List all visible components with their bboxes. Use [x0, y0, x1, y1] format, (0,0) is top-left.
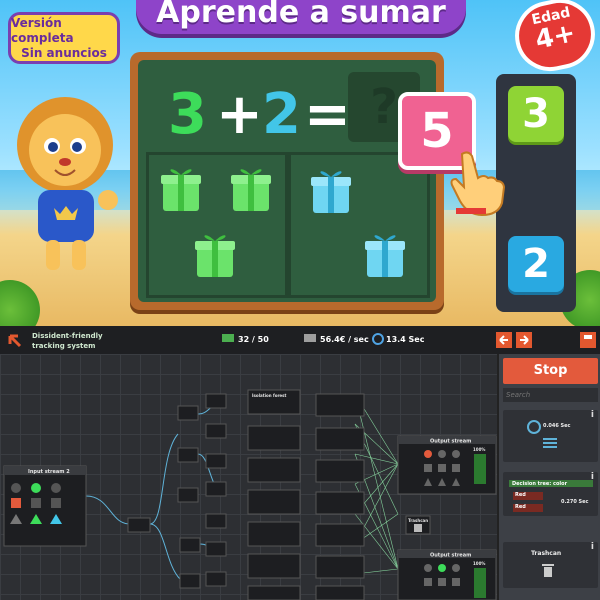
math-game-screen: Aprende a sumar Versión completa Sin anu…: [0, 0, 600, 326]
tagline-line-1: Dissident-friendly: [32, 332, 103, 340]
list-icon: [543, 438, 557, 448]
promo-line-1: Versión completa: [11, 15, 74, 45]
unknown-mark: ?: [370, 79, 398, 135]
green-gift-icon: [195, 235, 235, 277]
pointing-hand-icon: [450, 151, 506, 216]
age-badge: Edad 4+: [508, 0, 600, 78]
equation-operand-b: 2: [262, 82, 301, 147]
decision-option-1[interactable]: Red: [513, 492, 543, 500]
isolation-node-label: Isolation forest: [252, 393, 287, 398]
output-2-percent: 100%: [473, 561, 485, 566]
trashcan-node[interactable]: Trashcan: [405, 515, 431, 535]
timer-tool-card[interactable]: i 0.046 Sec: [503, 410, 598, 462]
input-stream-node[interactable]: Input stream 2: [3, 465, 87, 547]
decision-title-bar: Decision tree: color: [509, 480, 593, 487]
back-arrow-icon[interactable]: [6, 332, 22, 348]
process-speed: 13.4 Sec: [386, 335, 425, 344]
equation-plus: +: [216, 82, 263, 147]
trashcan-node-label: Trashcan: [408, 518, 428, 523]
trashcan-tool-label: Trashcan: [531, 550, 562, 557]
info-icon[interactable]: i: [591, 410, 594, 420]
output-node-2-title: Output stream: [430, 553, 471, 559]
answer-options-tray: 3 2: [496, 74, 576, 312]
gift-panel-right: [288, 152, 430, 298]
monitor-icon: [222, 334, 234, 342]
option-3-button[interactable]: 3: [508, 86, 564, 142]
output-node-1-title: Output stream: [430, 439, 471, 445]
palm-leaves-left: [0, 280, 40, 326]
decision-time: 0.270 Sec: [561, 499, 589, 505]
blue-gift-icon: [365, 235, 405, 277]
full-version-button[interactable]: Versión completa Sin anuncios: [8, 12, 120, 64]
stopwatch-icon: [372, 333, 384, 345]
isolation-forest-column-1[interactable]: [247, 389, 301, 600]
trashcan-tool-card[interactable]: i Trashcan: [503, 542, 598, 588]
search-input[interactable]: [503, 388, 598, 402]
connection-lines: [85, 401, 226, 580]
title-banner: Aprende a sumar: [136, 0, 466, 34]
blue-gift-icon: [311, 171, 351, 213]
equation-equals: =: [304, 82, 351, 147]
fanout-lines: [354, 393, 399, 575]
income-rate: 56.4€ / sec: [320, 335, 369, 344]
undo-icon[interactable]: [496, 332, 512, 348]
option-2-button[interactable]: 2: [508, 236, 564, 292]
redo-icon[interactable]: [516, 332, 532, 348]
info-icon[interactable]: i: [591, 542, 594, 552]
output-stream-node-2[interactable]: Output stream 100%: [397, 549, 497, 600]
game-title: Aprende a sumar: [156, 0, 446, 30]
promo-line-2: Sin anuncios: [21, 45, 107, 60]
chalkboard-surface: 3 + 2 = ?: [138, 60, 436, 302]
top-bar: Dissident-friendly tracking system 32 / …: [0, 326, 600, 355]
input-node-title: Input stream 2: [28, 469, 70, 475]
tool-sidebar: Stop i 0.046 Sec i Decision tree: color …: [497, 354, 600, 600]
money-icon: [304, 334, 316, 342]
chalkboard: 3 + 2 = ?: [130, 52, 444, 310]
green-gift-icon: [161, 169, 201, 211]
pipeline-diagram: Input stream 2 Isolation forest Output s…: [3, 389, 497, 600]
decision-title: Decision tree: color: [512, 481, 568, 487]
timer-value: 0.046 Sec: [543, 423, 571, 429]
save-icon[interactable]: [580, 332, 596, 348]
decision-tree-card[interactable]: i Decision tree: color Red Red 0.270 Sec: [503, 472, 598, 516]
factory-game-screen: Dissident-friendly tracking system 32 / …: [0, 326, 600, 600]
tagline-line-2: tracking system: [32, 342, 96, 350]
equation-operand-a: 3: [168, 82, 207, 147]
decision-option-2[interactable]: Red: [513, 504, 543, 512]
splitter-nodes[interactable]: [127, 393, 227, 589]
gauge-icon: [527, 420, 541, 434]
output-1-percent: 100%: [473, 447, 485, 452]
isolation-forest-column-2[interactable]: [315, 393, 365, 600]
trash-icon: [542, 564, 554, 577]
capacity-counter: 32 / 50: [238, 335, 269, 344]
lion-mascot-icon: [17, 97, 118, 270]
output-stream-node-1[interactable]: Output stream 100%: [397, 435, 497, 495]
green-gift-icon: [231, 169, 271, 211]
gift-panel-left: [146, 152, 288, 298]
stop-button[interactable]: Stop: [503, 358, 598, 384]
node-graph-canvas[interactable]: Input stream 2 Isolation forest Output s…: [0, 354, 497, 600]
